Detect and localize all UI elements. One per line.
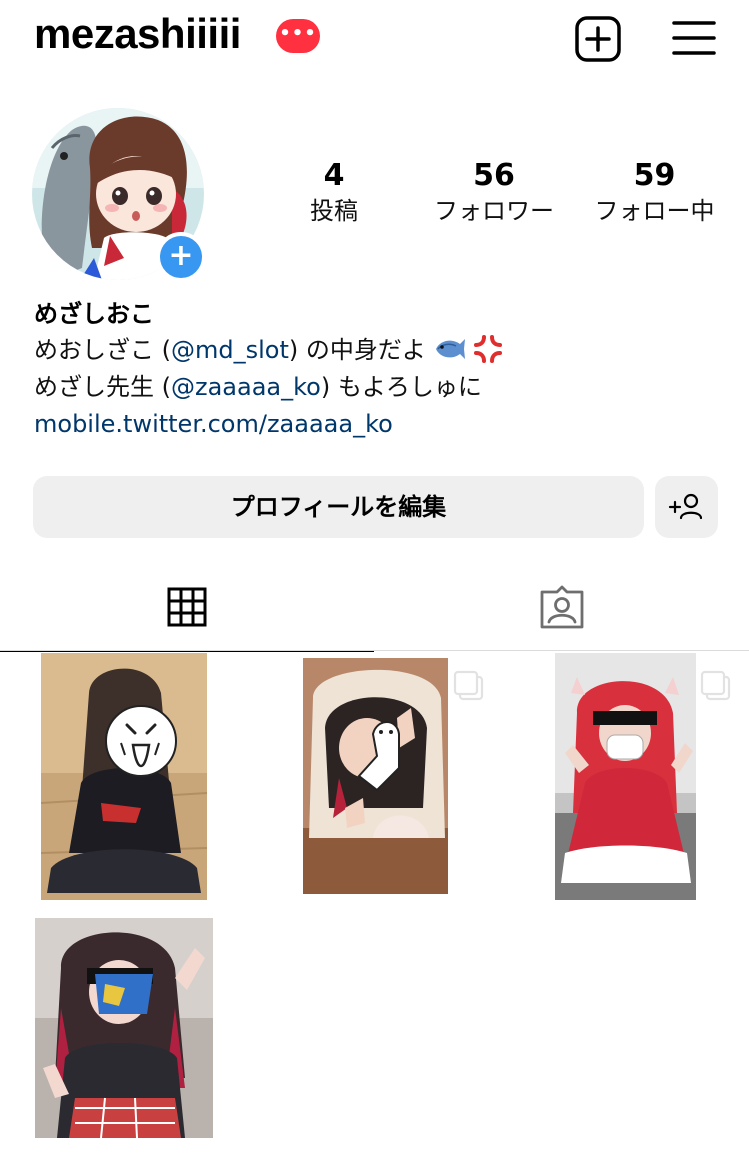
stat-posts[interactable]: 4 投稿 <box>294 158 374 228</box>
new-post-icon[interactable] <box>575 16 621 62</box>
stat-following[interactable]: 59 フォロー中 <box>582 158 727 228</box>
post-thumbnail[interactable] <box>555 653 696 900</box>
posts-label: 投稿 <box>310 197 358 225</box>
bio-line-1: めおしざこ (@md_slot) の中身だよ <box>34 332 724 369</box>
anger-emoji-icon <box>473 335 503 363</box>
followers-label: フォロワー <box>434 197 554 225</box>
tab-posts-grid[interactable] <box>0 566 374 652</box>
add-person-icon <box>668 493 703 520</box>
bio-text: めおしざこ ( <box>34 336 171 364</box>
post-thumbnail[interactable] <box>35 918 213 1138</box>
following-count: 59 <box>633 158 676 193</box>
edit-profile-button[interactable]: プロフィールを編集 <box>33 476 644 538</box>
mention-link[interactable]: @md_slot <box>171 336 289 364</box>
username[interactable]: mezashiiiii <box>34 10 241 58</box>
discover-people-button[interactable] <box>655 476 718 538</box>
display-name: めざしおこ <box>34 300 154 328</box>
mention-link[interactable]: @zaaaaa_ko <box>171 373 321 401</box>
multiple-photos-icon <box>699 669 733 703</box>
profile-bio: めざしおこ めおしざこ (@md_slot) の中身だよ めざし先生 (@zaa… <box>34 296 724 443</box>
posts-count: 4 <box>323 158 345 193</box>
notification-badge[interactable]: ••• <box>276 19 320 53</box>
bio-text: ) の中身だよ <box>288 336 426 364</box>
menu-icon[interactable] <box>672 19 716 59</box>
website-link[interactable]: mobile.twitter.com/zaaaaa_ko <box>34 406 724 443</box>
profile-header: mezashiiiii ••• <box>0 0 749 80</box>
bio-text: ) もよろしゅに <box>320 373 482 401</box>
add-story-icon[interactable]: + <box>156 232 206 282</box>
multiple-photos-icon <box>452 669 486 703</box>
followers-count: 56 <box>473 158 515 193</box>
tabs-divider <box>0 650 749 651</box>
tab-tagged[interactable] <box>374 566 749 650</box>
post-thumbnail[interactable] <box>41 653 207 900</box>
bio-text: めざし先生 ( <box>34 373 171 401</box>
stat-followers[interactable]: 56 フォロワー <box>418 158 570 228</box>
tagged-icon <box>540 585 584 629</box>
grid-icon <box>167 587 207 627</box>
post-thumbnail[interactable] <box>303 658 448 894</box>
following-label: フォロー中 <box>594 197 715 225</box>
bio-line-2: めざし先生 (@zaaaaa_ko) もよろしゅに <box>34 369 724 406</box>
profile-avatar[interactable]: + <box>32 108 206 282</box>
fish-emoji-icon <box>434 336 466 362</box>
